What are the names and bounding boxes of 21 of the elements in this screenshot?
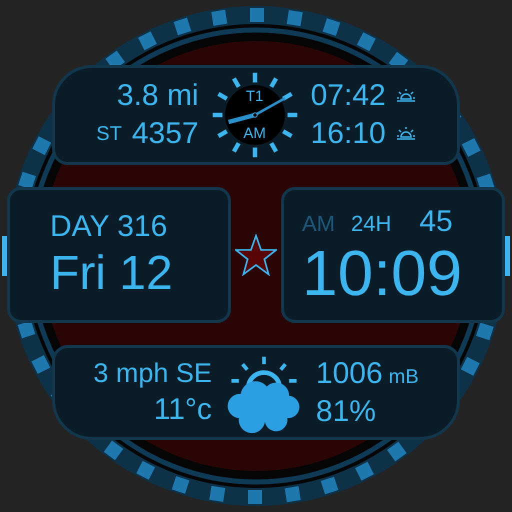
steps-text: 4357 xyxy=(132,117,199,151)
sunset-time: 16:10 xyxy=(310,117,386,151)
pressure-text: 1006 xyxy=(316,356,383,390)
wind-text: 3 mph SE xyxy=(93,358,212,389)
sunrise-icon xyxy=(396,88,416,104)
mini-clock-ampm: AM xyxy=(243,125,266,142)
day-of-year: DAY 316 xyxy=(50,210,168,244)
pressure-unit: mB xyxy=(388,366,419,388)
distance-text: 3.8 mi xyxy=(116,79,199,113)
seconds-text: 45 xyxy=(419,205,453,239)
humidity-text: 81% xyxy=(316,394,376,428)
sunset-icon xyxy=(396,126,416,142)
am-indicator: AM xyxy=(302,211,335,237)
temperature-text: 11°c xyxy=(154,393,212,427)
time-format: 24H xyxy=(351,211,392,237)
star-icon xyxy=(235,234,277,276)
mini-clock-label: T1 xyxy=(246,88,264,105)
steps-label: ST xyxy=(96,122,122,146)
sunrise-time: 07:42 xyxy=(310,79,386,113)
date-text: Fri 12 xyxy=(50,246,174,300)
time-text: 10:09 xyxy=(302,241,464,305)
